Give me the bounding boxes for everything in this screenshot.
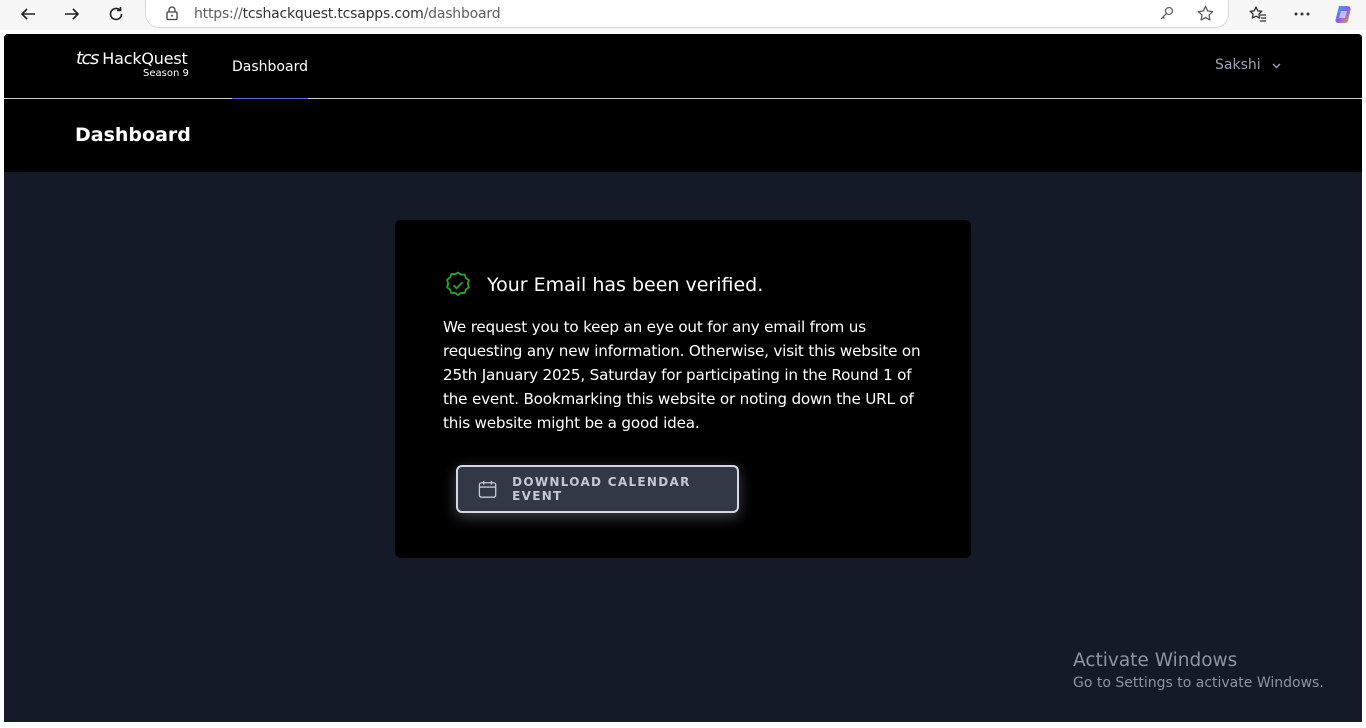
logo-season: Season 9 — [143, 68, 189, 79]
download-calendar-label: DOWNLOAD CALENDAR EVENT — [512, 475, 691, 503]
key-icon[interactable] — [1158, 5, 1175, 22]
card-message: We request you to keep an eye out for an… — [443, 318, 921, 432]
watermark-title: Activate Windows — [1073, 650, 1238, 671]
refresh-icon[interactable] — [104, 3, 128, 25]
card-title: Your Email has been verified. — [487, 274, 764, 296]
url-text[interactable]: https://tcshackquest.tcsapps.com/dashboa… — [194, 6, 501, 22]
calendar-icon — [478, 480, 497, 498]
page-title: Dashboard — [75, 124, 191, 146]
copilot-icon[interactable] — [1333, 3, 1355, 25]
url-prefix: https:// — [194, 6, 243, 22]
card-header: Your Email has been verified. — [443, 270, 763, 300]
user-name: Sakshi — [1215, 57, 1261, 73]
url-host: tcshackquest.tcsapps.com — [242, 6, 424, 22]
address-bar[interactable]: https://tcshackquest.tcsapps.com/dashboa… — [145, 0, 1229, 28]
lock-icon[interactable] — [164, 5, 180, 21]
verified-badge-icon — [446, 271, 470, 296]
back-arrow-icon[interactable] — [16, 3, 40, 25]
top-navbar: tcs HackQuest Season 9 Dashboard Sakshi — [4, 34, 1362, 100]
user-menu[interactable]: Sakshi — [1215, 57, 1282, 73]
download-calendar-button[interactable]: DOWNLOAD CALENDAR EVENT — [456, 465, 739, 513]
app-window: tcs HackQuest Season 9 Dashboard Sakshi … — [4, 34, 1362, 722]
activate-windows-watermark: Activate Windows Go to Settings to activ… — [1073, 650, 1324, 691]
url-path: /dashboard — [423, 6, 501, 22]
chevron-down-icon — [1272, 63, 1281, 68]
logo-name: HackQuest — [102, 49, 188, 68]
page-header: Dashboard — [4, 99, 1362, 172]
verification-card: Your Email has been verified. We request… — [395, 220, 971, 558]
nav-dashboard-link[interactable]: Dashboard — [232, 34, 308, 100]
logo-brand: tcs — [76, 48, 99, 69]
favorites-icon[interactable] — [1248, 4, 1268, 24]
forward-arrow-icon[interactable] — [60, 3, 84, 25]
browser-toolbar: https://tcshackquest.tcsapps.com/dashboa… — [0, 0, 1366, 30]
hackquest-logo[interactable]: tcs HackQuest Season 9 — [76, 48, 189, 79]
more-icon[interactable] — [1292, 4, 1312, 24]
watermark-subtitle: Go to Settings to activate Windows. — [1073, 675, 1324, 691]
star-icon[interactable] — [1196, 4, 1215, 23]
